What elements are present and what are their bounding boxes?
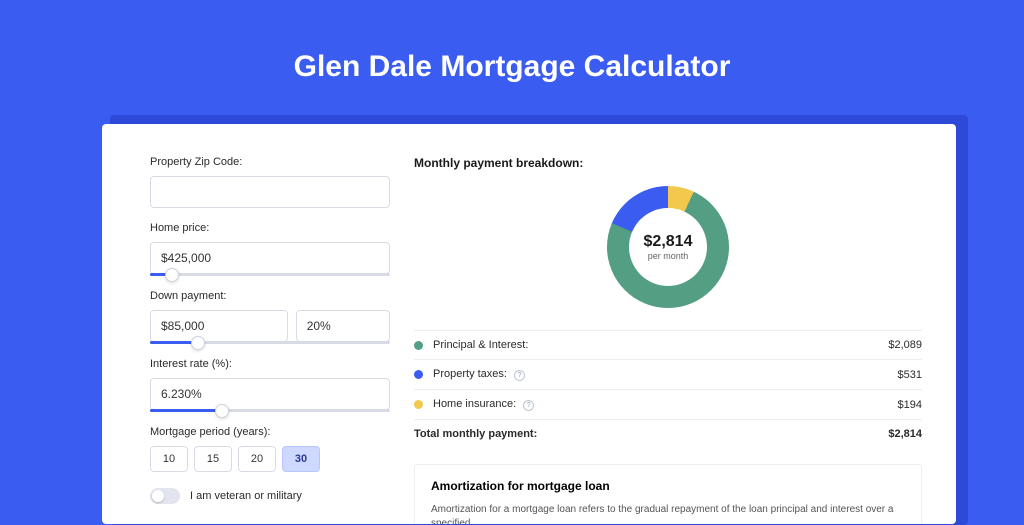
down-payment-slider[interactable] (150, 341, 390, 344)
amortization-box: Amortization for mortgage loan Amortizat… (414, 464, 922, 524)
donut-chart: $2,814 per month (607, 186, 729, 308)
donut-amount: $2,814 (644, 233, 693, 251)
home-price-input[interactable] (150, 242, 390, 274)
veteran-toggle-label: I am veteran or military (190, 490, 302, 502)
info-icon[interactable]: ? (514, 370, 525, 381)
interest-rate-slider[interactable] (150, 409, 390, 412)
dot-yellow-icon (414, 400, 423, 409)
donut-sub: per month (648, 251, 689, 261)
legend-total: Total monthly payment: $2,814 (414, 419, 922, 448)
amortization-title: Amortization for mortgage loan (431, 479, 905, 493)
legend-principal-interest: Principal & Interest: $2,089 (414, 330, 922, 359)
home-price-slider-thumb[interactable] (165, 268, 179, 282)
page-title: Glen Dale Mortgage Calculator (0, 0, 1024, 108)
dot-green-icon (414, 341, 423, 350)
period-btn-20[interactable]: 20 (238, 446, 276, 472)
interest-rate-label: Interest rate (%): (150, 358, 390, 370)
legend-total-value: $2,814 (888, 428, 922, 440)
down-payment-percent-input[interactable] (296, 310, 390, 342)
info-icon[interactable]: ? (523, 400, 534, 411)
down-payment-label: Down payment: (150, 290, 390, 302)
home-price-slider[interactable] (150, 273, 390, 276)
legend-pi-value: $2,089 (888, 339, 922, 351)
down-payment-amount-input[interactable] (150, 310, 288, 342)
zip-label: Property Zip Code: (150, 156, 390, 168)
legend-pi-label: Principal & Interest: (433, 339, 888, 351)
down-payment-slider-thumb[interactable] (191, 336, 205, 350)
period-field-group: Mortgage period (years): 10 15 20 30 (150, 426, 390, 472)
period-buttons: 10 15 20 30 (150, 446, 390, 472)
legend-home-insurance: Home insurance: ? $194 (414, 389, 922, 419)
home-price-field-group: Home price: (150, 222, 390, 276)
period-label: Mortgage period (years): (150, 426, 390, 438)
zip-field-group: Property Zip Code: (150, 156, 390, 208)
amortization-text: Amortization for a mortgage loan refers … (431, 503, 905, 524)
breakdown-column: Monthly payment breakdown: $2,814 per mo… (414, 156, 922, 524)
legend-ins-label: Home insurance: ? (433, 398, 898, 411)
interest-rate-slider-thumb[interactable] (215, 404, 229, 418)
breakdown-title: Monthly payment breakdown: (414, 156, 922, 170)
legend-tax-value: $531 (898, 369, 922, 381)
period-btn-10[interactable]: 10 (150, 446, 188, 472)
interest-rate-input[interactable] (150, 378, 390, 410)
veteran-toggle-row: I am veteran or military (150, 488, 390, 504)
period-btn-30[interactable]: 30 (282, 446, 320, 472)
down-payment-field-group: Down payment: (150, 290, 390, 344)
legend-property-taxes: Property taxes: ? $531 (414, 359, 922, 389)
home-price-label: Home price: (150, 222, 390, 234)
legend-total-label: Total monthly payment: (414, 428, 888, 440)
period-btn-15[interactable]: 15 (194, 446, 232, 472)
calculator-card: Property Zip Code: Home price: Down paym… (102, 124, 956, 524)
donut-center: $2,814 per month (629, 208, 707, 286)
dot-blue-icon (414, 370, 423, 379)
legend-tax-label: Property taxes: ? (433, 368, 898, 381)
legend-ins-value: $194 (898, 399, 922, 411)
interest-rate-field-group: Interest rate (%): (150, 358, 390, 412)
veteran-toggle[interactable] (150, 488, 180, 504)
form-column: Property Zip Code: Home price: Down paym… (150, 156, 390, 524)
zip-input[interactable] (150, 176, 390, 208)
donut-chart-wrap: $2,814 per month (414, 186, 922, 308)
